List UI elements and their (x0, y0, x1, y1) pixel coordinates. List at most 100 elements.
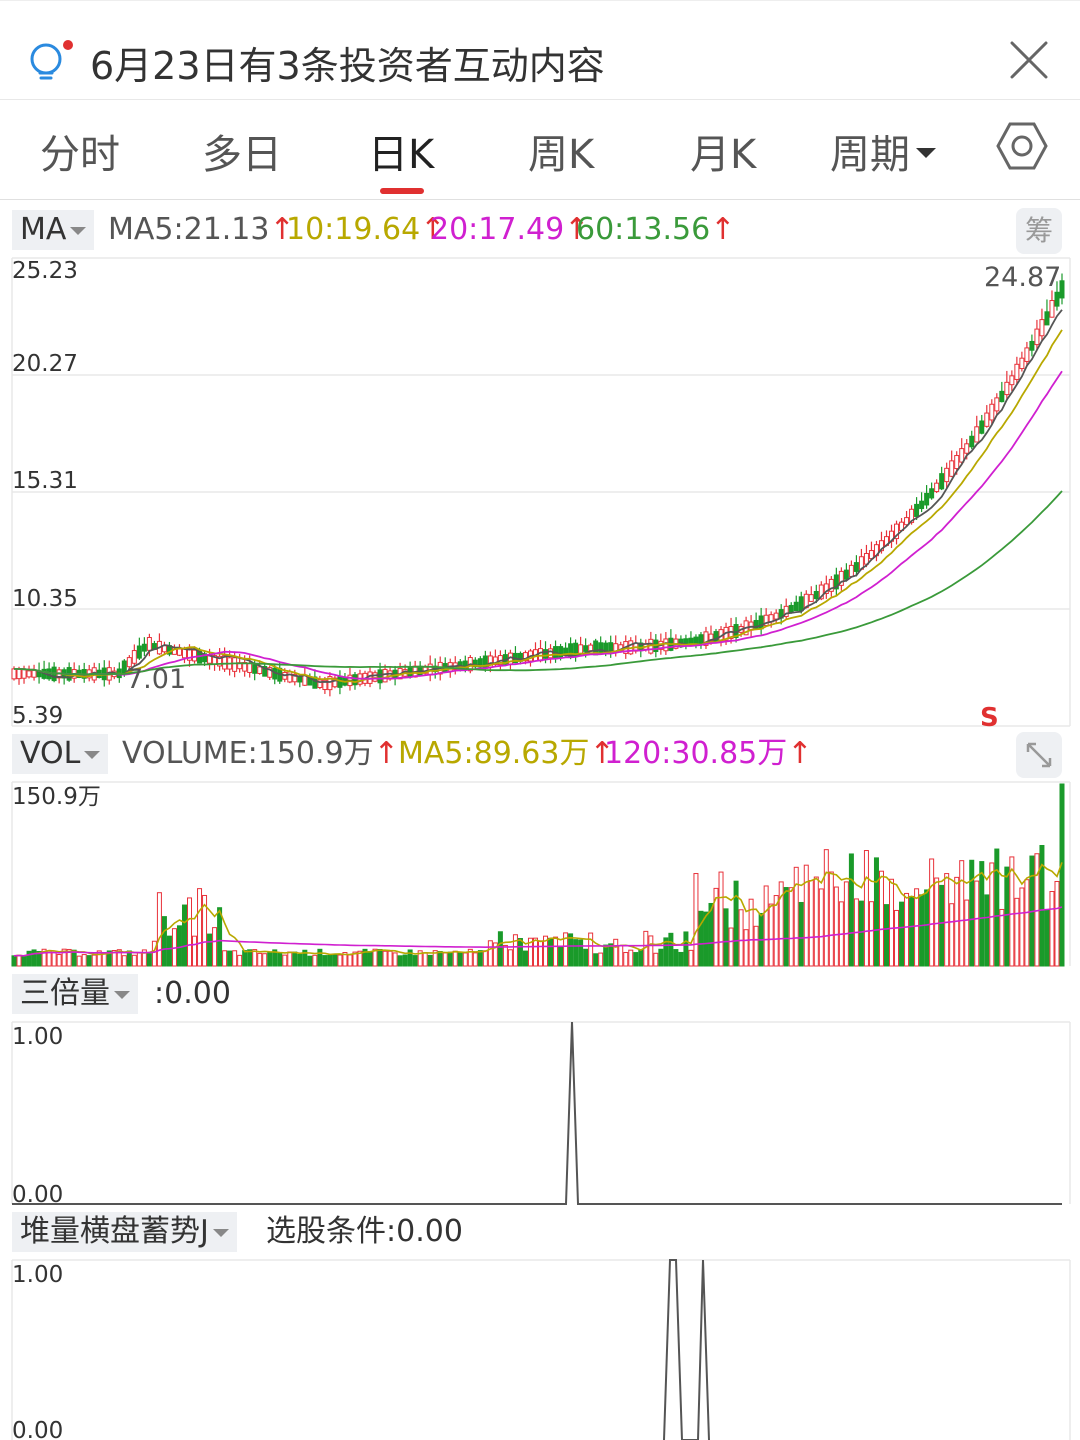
triple-volume-value: :0.00 (154, 976, 231, 1011)
volume-bar (482, 950, 488, 967)
ma20-legend: 20:17.49↑ (430, 210, 589, 250)
notice-bar[interactable]: 6月23日有3条投资者互动内容 (0, 0, 1080, 100)
volume-bar (658, 948, 664, 967)
volume-bar (367, 951, 373, 967)
candle-body (598, 642, 604, 654)
volume-bar (457, 952, 463, 967)
ma10-legend: 10:19.64↑ (286, 210, 445, 250)
volume-bar (161, 916, 167, 967)
volume-bar (909, 895, 915, 967)
volume-bar (798, 901, 804, 967)
volume-bar (282, 954, 288, 967)
volume-bar (1059, 783, 1065, 967)
candle-body (588, 644, 594, 652)
volume-bar (548, 937, 554, 967)
volume-bar (347, 954, 353, 967)
candle-body (773, 612, 779, 620)
tab-timeshare[interactable]: 分时 (40, 122, 120, 180)
triple-volume-indicator-select[interactable]: 三倍量 (12, 974, 138, 1014)
ma60-legend: 60:13.56↑ (576, 210, 735, 250)
candle-body (949, 460, 955, 477)
ma-indicator-select[interactable]: MA (12, 210, 95, 250)
volume-bar (392, 952, 398, 967)
volume-bar (56, 954, 62, 967)
pile-indicator-label: 堆量横盘蓄势J (20, 1214, 209, 1249)
volume-bar (573, 939, 579, 967)
candle-body (131, 650, 137, 664)
volume-bar (718, 871, 724, 967)
volume-bar (964, 899, 970, 967)
candle-body (141, 643, 147, 652)
volume-bar (16, 954, 22, 967)
volume-bar (86, 955, 92, 967)
triple-volume-chart[interactable]: 1.00 0.00 (0, 1020, 1080, 1210)
volume-bar (768, 903, 774, 967)
price-chart[interactable]: 25.23 20.27 15.31 10.35 5.39 24.87 7.01 … (0, 256, 1080, 728)
volume-bar (462, 952, 468, 967)
candle-body (793, 601, 799, 612)
volume-bar (1054, 880, 1060, 967)
tab-daily-k[interactable]: 日K (368, 122, 434, 180)
volume-bar (176, 925, 182, 967)
volume-bar (588, 932, 594, 967)
candle-body (136, 645, 142, 659)
volume-bar (262, 953, 268, 967)
settings-hexagon-icon[interactable] (996, 120, 1048, 172)
volume-bar (1004, 866, 1010, 967)
volume-bar (728, 927, 734, 967)
ma5-legend: MA5:21.13↑ (108, 210, 295, 250)
candle-body (979, 420, 985, 434)
vol-indicator-select[interactable]: VOL (12, 734, 109, 774)
tab-multiday[interactable]: 多日 (202, 122, 282, 180)
candle-body (176, 648, 182, 656)
candlesticks (11, 273, 1065, 697)
close-icon[interactable] (1004, 35, 1054, 85)
pile-indicator-select[interactable]: 堆量横盘蓄势J (12, 1212, 237, 1252)
volume-bar (332, 953, 338, 967)
volume-bar (507, 949, 513, 967)
volume-bar (638, 949, 644, 967)
volume-bar (863, 850, 869, 967)
expand-icon[interactable] (1016, 732, 1062, 778)
volume-bar (307, 955, 313, 967)
volume-bar (427, 954, 433, 967)
volume-bar (873, 857, 879, 967)
dropdown-icon (84, 750, 101, 759)
pile-chart[interactable]: 1.00 0.00 (0, 1258, 1080, 1440)
volume-bar (277, 952, 283, 967)
volume-bar (753, 925, 759, 967)
volume-bar (1014, 897, 1020, 967)
volume-bar (974, 880, 980, 967)
volume-bar (532, 937, 538, 967)
volume-bar (21, 955, 27, 967)
volume-bar (673, 949, 679, 967)
volume-bar (613, 938, 619, 967)
candle-body (31, 670, 37, 678)
volume-bar (894, 909, 900, 967)
volume-bar (497, 931, 503, 967)
volume-chart[interactable]: 150.9万 (0, 780, 1080, 968)
ma5-value: MA5:21.13 (108, 212, 270, 247)
volume-bar (578, 939, 584, 967)
tab-period[interactable]: 周期 (830, 122, 936, 180)
ma10-value: 10:19.64 (286, 212, 421, 247)
volume-bar (949, 903, 955, 967)
tab-monthly-k[interactable]: 月K (690, 122, 756, 180)
candle-body (924, 492, 930, 506)
candle-body (1004, 381, 1010, 396)
volume-bar (232, 950, 238, 967)
volume-bar (76, 955, 82, 967)
volume-bar (939, 884, 945, 967)
volume-bar (197, 888, 203, 967)
volume-bar (447, 951, 453, 967)
candle-body (583, 645, 589, 652)
price-y-label-top: 25.23 (12, 258, 78, 284)
candle-body (287, 671, 293, 683)
candle-body (1014, 363, 1020, 380)
chip-distribution-button[interactable]: 筹 (1016, 208, 1062, 254)
pile-y-label-top: 1.00 (12, 1262, 63, 1288)
candle-body (999, 390, 1005, 403)
volume-bar (156, 892, 162, 967)
volume-bar (583, 948, 589, 967)
tab-weekly-k[interactable]: 周K (528, 122, 594, 180)
